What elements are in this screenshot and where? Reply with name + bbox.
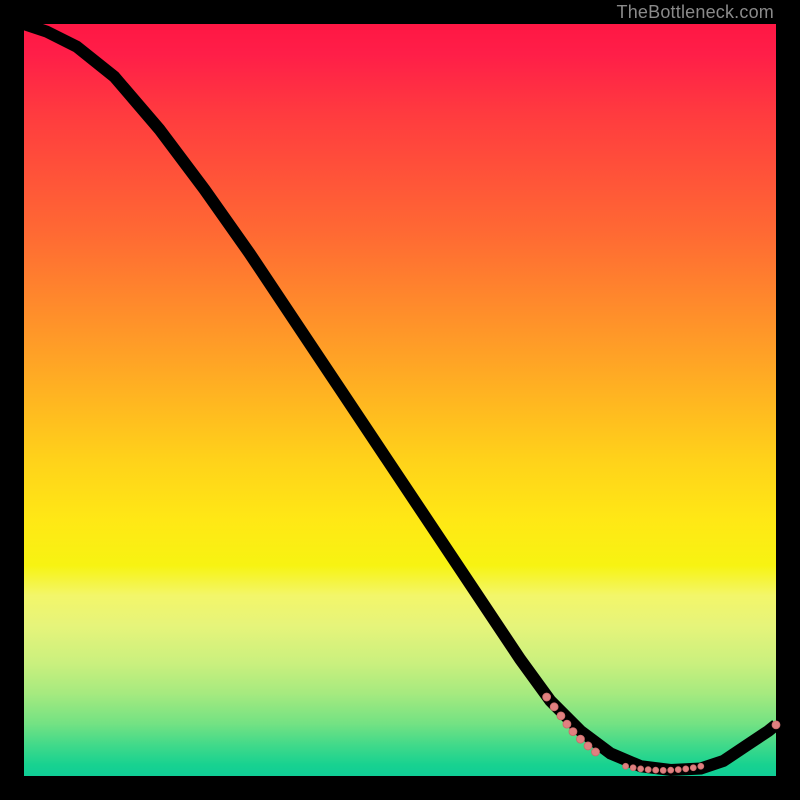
data-dot	[638, 766, 644, 772]
data-dot	[623, 763, 629, 769]
data-dot	[584, 742, 592, 750]
data-dot	[675, 767, 681, 773]
data-dot	[645, 767, 651, 773]
watermark-text: TheBottleneck.com	[617, 2, 774, 23]
data-dot	[592, 748, 600, 756]
data-dot	[569, 728, 577, 736]
data-dot	[690, 765, 696, 771]
data-dot	[550, 703, 558, 711]
data-dot	[660, 767, 666, 773]
data-dot	[653, 767, 659, 773]
data-dot	[563, 720, 571, 728]
bottleneck-curve	[24, 24, 776, 770]
data-dot	[668, 767, 674, 773]
data-dot	[630, 765, 636, 771]
chart-frame: TheBottleneck.com	[0, 0, 800, 800]
data-dot	[683, 766, 689, 772]
data-dot	[772, 721, 780, 729]
data-dot	[557, 712, 565, 720]
data-dot	[576, 735, 584, 743]
chart-overlay	[24, 24, 776, 776]
data-dot	[543, 693, 551, 701]
data-dot	[698, 763, 704, 769]
